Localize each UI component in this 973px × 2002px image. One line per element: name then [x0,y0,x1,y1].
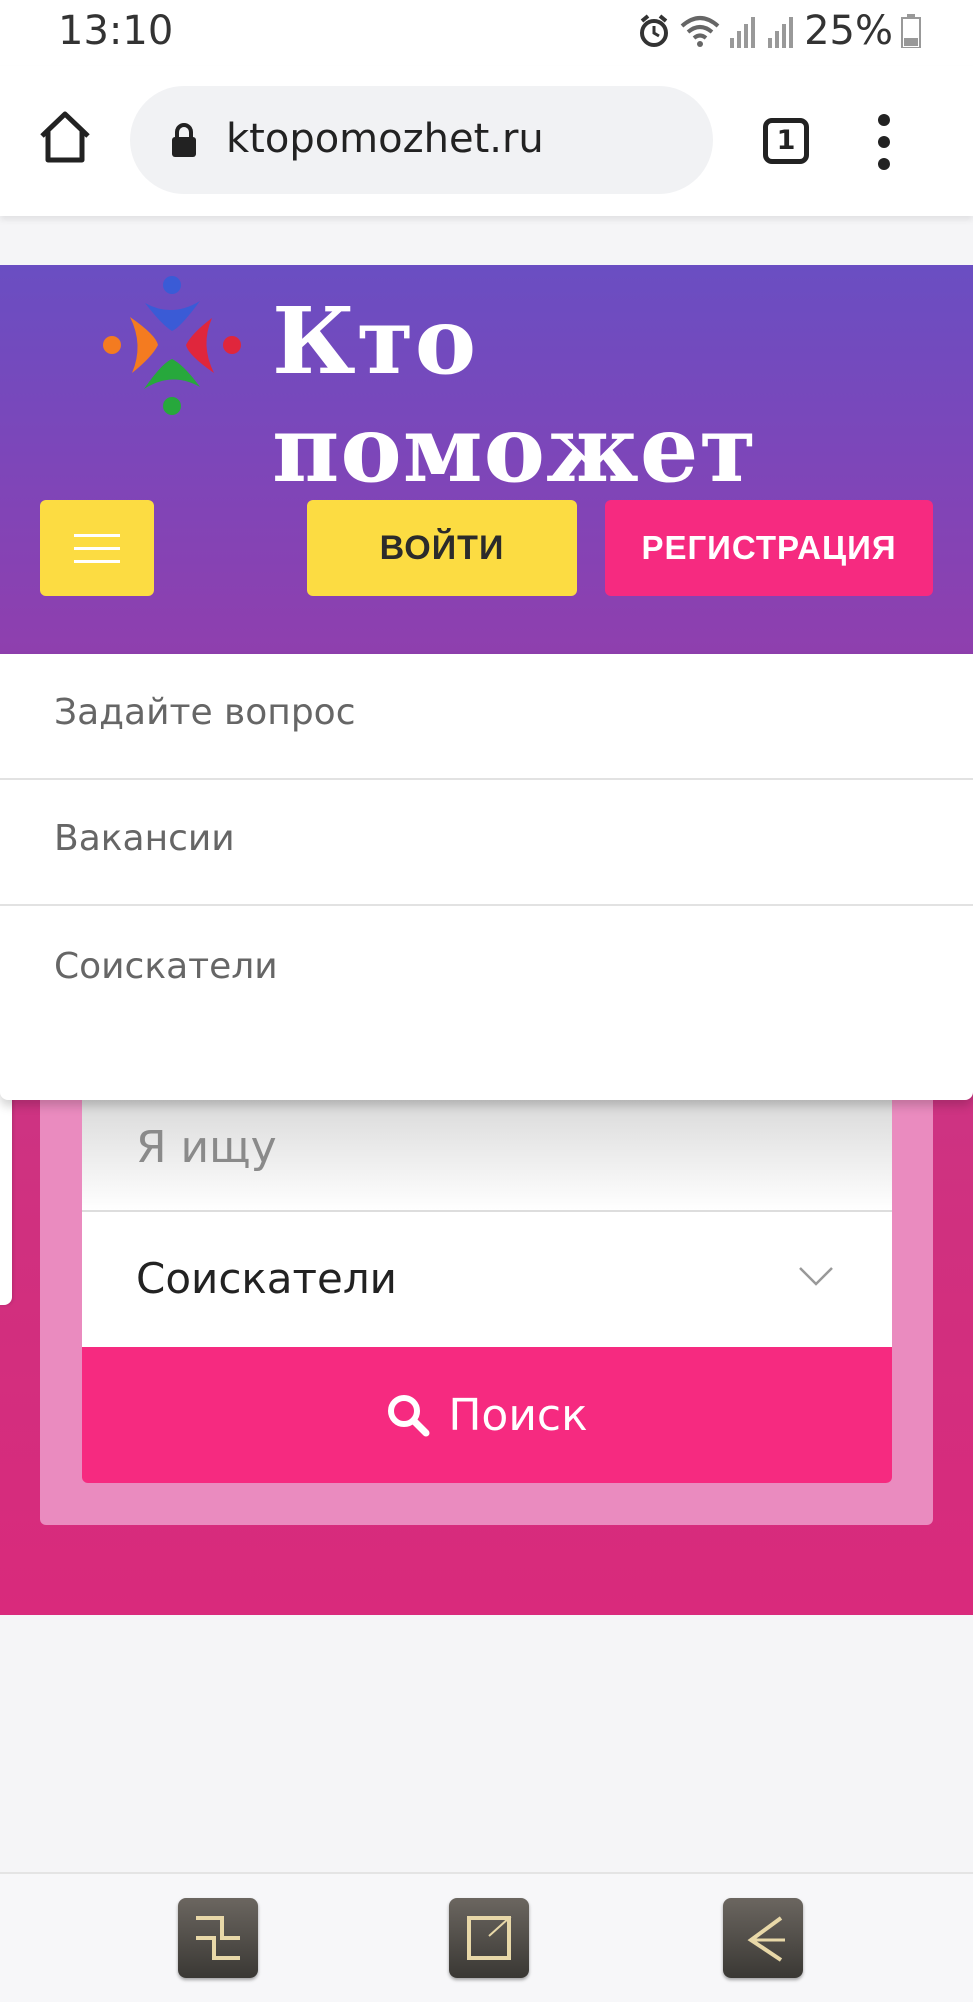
search-placeholder: Я ищу [136,1122,277,1173]
system-nav-bar [0,1872,973,2002]
lock-icon [172,123,196,157]
register-button[interactable]: РЕГИСТРАЦИЯ [605,500,933,596]
back-button[interactable] [723,1898,803,1978]
menu-item-job-seekers[interactable]: Соискатели [0,908,973,1034]
menu-item-ask-question[interactable]: Задайте вопрос [0,654,973,780]
status-bar: 13:10 25% [0,0,973,66]
alarm-icon [640,14,669,47]
status-time: 13:10 [58,8,174,54]
nav-dropdown: Задайте вопрос Вакансии Соискатели [0,654,973,1100]
logo-icon[interactable] [100,273,245,418]
menu-item-vacancies[interactable]: Вакансии [0,780,973,906]
search-button[interactable]: Поиск [82,1347,892,1483]
back-arrow-icon [747,1916,785,1962]
menu-item-label: Задайте вопрос [54,692,356,733]
site-logo-text[interactable]: Кто поможет [272,287,973,503]
wifi-icon [680,16,720,47]
tab-switcher-button[interactable]: 1 [763,118,809,164]
battery-icon [901,14,921,48]
home-icon[interactable] [34,106,96,168]
menu-item-label: Вакансии [54,818,235,859]
category-select-value: Соискатели [136,1254,397,1303]
battery-percent: 25% [804,8,893,54]
menu-icon [74,534,120,537]
chevron-down-icon [799,1267,833,1286]
category-select[interactable]: Соискатели [82,1212,892,1347]
menu-item-label: Соискатели [54,946,278,987]
home-nav-button[interactable] [449,1898,529,1978]
status-icons: 25% [636,8,921,54]
search-icon [388,1395,430,1437]
more-options-icon[interactable] [878,114,892,170]
search-button-label: Поиск [448,1389,588,1441]
recent-apps-button[interactable] [178,1898,258,1978]
recent-apps-icon [196,1916,240,1960]
signal-icon-2 [768,17,794,48]
browser-toolbar: ktopomozhet.ru 1 [0,66,973,216]
home-square-icon [467,1916,512,1960]
url-text: ktopomozhet.ru [226,116,544,162]
site-header: Кто поможет ВОЙТИ РЕГИСТРАЦИЯ [0,265,973,655]
search-input[interactable]: Я ищу [82,1090,892,1212]
menu-toggle-button[interactable] [40,500,154,596]
signal-icon [730,17,756,48]
address-bar[interactable]: ktopomozhet.ru [130,86,713,194]
login-button[interactable]: ВОЙТИ [307,500,577,596]
